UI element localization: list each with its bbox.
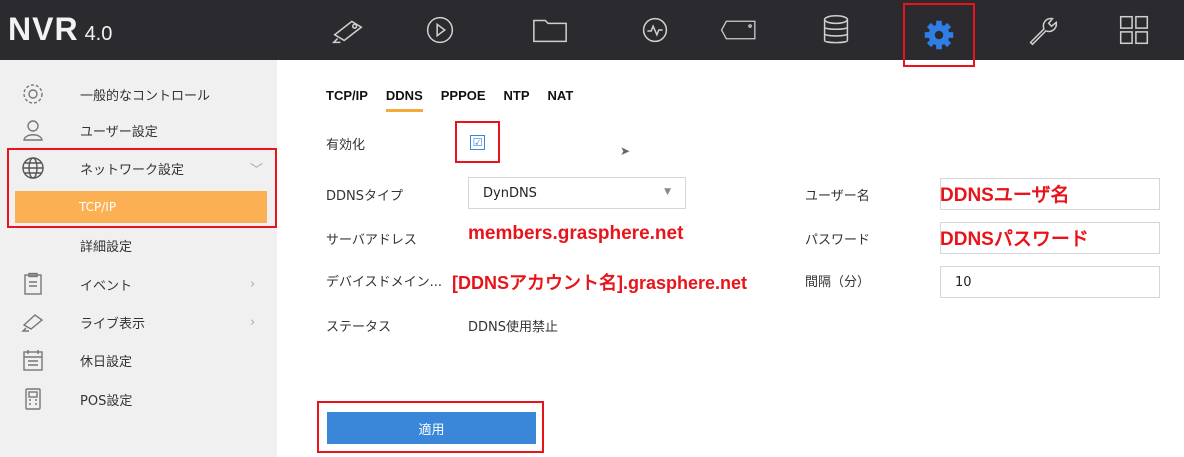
pos-icon (20, 386, 46, 412)
calendar-icon (20, 347, 46, 373)
sidebar-item-label: イベント (80, 278, 133, 294)
sidebar-item-advanced[interactable]: 詳細設定 (0, 227, 277, 263)
brand-version: 4.0 (84, 23, 113, 45)
sidebar: 一般的なコントロール ユーザー設定 ネットワーク設定 ﹀ TCP/IP 詳細設定… (0, 60, 277, 457)
brand-name: NVR (8, 11, 79, 47)
tab-tcpip[interactable]: TCP/IP (326, 88, 368, 112)
sidebar-item-label: 休日設定 (80, 354, 133, 370)
tag-icon[interactable] (717, 10, 761, 50)
ddns-type-value: DynDNS (483, 185, 537, 201)
sidebar-item-network[interactable]: ネットワーク設定 ﹀ (0, 149, 277, 187)
gear-icon[interactable] (903, 3, 975, 67)
mouse-cursor-icon: ➤ (620, 144, 631, 158)
sidebar-item-label: POS設定 (80, 393, 133, 409)
password-value: DDNSパスワード (940, 229, 1089, 250)
sidebar-item-label: ネットワーク設定 (80, 162, 185, 178)
ddns-type-select[interactable]: DynDNS ▼ (468, 177, 686, 209)
sidebar-item-live-view[interactable]: ライブ表示 › (0, 303, 277, 341)
interval-value: 10 (955, 274, 972, 290)
chevron-right-icon: › (250, 276, 256, 292)
globe-icon (20, 155, 46, 181)
username-value: DDNSユーザ名 (940, 185, 1070, 206)
username-label: ユーザー名 (805, 189, 870, 204)
analytics-icon[interactable] (633, 10, 677, 50)
tab-ntp[interactable]: NTP (504, 88, 530, 112)
tab-pppoe[interactable]: PPPOE (441, 88, 486, 112)
tab-ddns[interactable]: DDNS (385, 88, 423, 112)
tab-bar: TCP/IP DDNS PPPOE NTP NAT (326, 88, 591, 112)
device-domain-value: [DDNSアカウント名].grasphere.net (452, 273, 748, 293)
highlight-enable: ☑ (455, 121, 500, 163)
interval-field[interactable]: 10 (940, 266, 1160, 298)
user-icon (20, 117, 46, 143)
sidebar-item-label: 詳細設定 (80, 239, 133, 255)
settings-icon (20, 81, 46, 107)
chevron-down-icon: ﹀ (250, 162, 264, 178)
sidebar-item-general[interactable]: 一般的なコントロール (0, 75, 277, 113)
apply-button[interactable]: 適用 (327, 412, 536, 444)
wrench-icon[interactable] (1020, 10, 1064, 50)
chevron-down-icon: ▼ (664, 187, 671, 197)
folder-icon[interactable] (528, 10, 572, 50)
clipboard-icon (20, 271, 46, 297)
sidebar-item-label: 一般的なコントロール (80, 88, 211, 104)
sidebar-item-tcpip[interactable]: TCP/IP (15, 191, 267, 223)
device-domain-label: デバイスドメイン... (326, 275, 443, 290)
grid-icon[interactable] (1112, 10, 1156, 50)
sidebar-item-holiday[interactable]: 休日設定 (0, 341, 277, 379)
camera-icon (20, 309, 46, 335)
tab-nat[interactable]: NAT (548, 88, 574, 112)
brand-logo: NVR 4.0 (8, 11, 112, 48)
sidebar-item-label: ユーザー設定 (80, 124, 158, 140)
sidebar-item-pos[interactable]: POS設定 (0, 380, 277, 418)
status-label: ステータス (326, 320, 392, 335)
ddns-type-label: DDNSタイプ (326, 189, 403, 204)
interval-label: 間隔（分） (805, 275, 871, 290)
storage-icon[interactable] (814, 10, 858, 50)
sidebar-item-event[interactable]: イベント › (0, 265, 277, 303)
playback-icon[interactable] (418, 10, 462, 50)
status-value: DDNS使用禁止 (468, 320, 558, 335)
enable-label: 有効化 (326, 138, 366, 153)
server-address-value: members.grasphere.net (468, 223, 684, 244)
camera-icon[interactable] (326, 10, 370, 50)
sidebar-item-label: TCP/IP (79, 200, 117, 214)
sidebar-item-users[interactable]: ユーザー設定 (0, 111, 277, 149)
sidebar-item-label: ライブ表示 (80, 316, 146, 332)
server-address-label: サーバアドレス (326, 233, 417, 248)
top-bar: NVR 4.0 (0, 0, 1184, 67)
enable-checkbox[interactable]: ☑ (470, 134, 485, 150)
password-label: パスワード (805, 233, 871, 248)
chevron-right-icon: › (250, 314, 256, 330)
